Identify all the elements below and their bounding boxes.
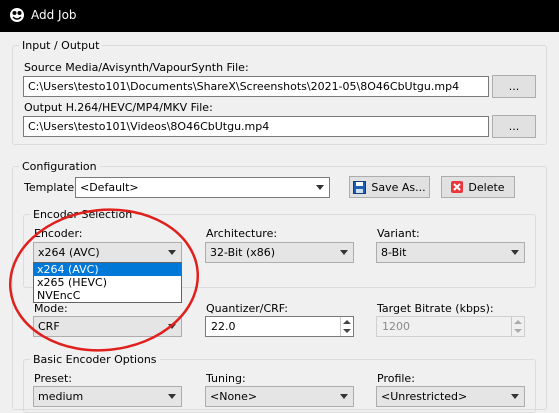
- output-label: Output H.264/HEVC/MP4/MKV File:: [24, 101, 213, 114]
- output-file-input[interactable]: C:\Users\testo101\Videos\8O46CbUtgu.mp4: [23, 116, 489, 137]
- window-title: Add Job: [31, 8, 77, 22]
- save-as-button[interactable]: Save As...: [349, 176, 430, 198]
- mode-select[interactable]: CRF: [33, 316, 182, 337]
- quantizer-spin-buttons[interactable]: [340, 317, 353, 336]
- red-x-icon: [451, 181, 464, 193]
- encoder-label: Encoder:: [34, 227, 83, 240]
- delete-label: Delete: [468, 180, 505, 194]
- tuning-select-value: <None>: [210, 390, 258, 403]
- basic-options-legend: Basic Encoder Options: [33, 353, 157, 366]
- bitrate-spinbox[interactable]: 1200: [376, 316, 525, 337]
- architecture-select[interactable]: 32-Bit (x86): [205, 242, 354, 263]
- variant-select-value: 8-Bit: [381, 246, 407, 259]
- bitrate-spin-buttons[interactable]: [511, 317, 524, 336]
- mode-select-value: CRF: [38, 320, 60, 333]
- encoder-dropdown-list[interactable]: x264 (AVC) x265 (HEVC) NVEncC: [33, 262, 182, 303]
- input-output-legend: Input / Output: [22, 39, 100, 52]
- architecture-select-value: 32-Bit (x86): [210, 246, 276, 259]
- encoder-option[interactable]: NVEncC: [34, 289, 181, 302]
- chevron-down-icon: [511, 250, 519, 255]
- app-icon: [10, 8, 24, 22]
- tuning-select[interactable]: <None>: [205, 386, 354, 407]
- profile-label: Profile:: [377, 372, 415, 385]
- spin-up-icon[interactable]: [343, 320, 351, 324]
- preset-select[interactable]: medium: [33, 386, 182, 407]
- encoder-option[interactable]: x264 (AVC): [34, 263, 181, 276]
- encoder-select[interactable]: x264 (AVC): [33, 242, 182, 263]
- source-file-input[interactable]: C:\Users\testo101\Documents\ShareX\Scree…: [23, 76, 489, 97]
- encoder-selection-legend: Encoder Selection: [33, 208, 133, 221]
- tuning-label: Tuning:: [206, 372, 246, 385]
- encoder-option[interactable]: x265 (HEVC): [34, 276, 181, 289]
- title-bar[interactable]: Add Job: [0, 0, 559, 32]
- source-label: Source Media/Avisynth/VapourSynth File:: [24, 61, 249, 74]
- preset-label: Preset:: [34, 372, 73, 385]
- profile-select-value: <Unrestricted>: [381, 390, 468, 403]
- architecture-label: Architecture:: [206, 227, 278, 240]
- chevron-down-icon: [316, 185, 324, 190]
- output-browse-button[interactable]: ...: [492, 115, 536, 138]
- template-select[interactable]: <Default>: [75, 177, 330, 198]
- preset-select-value: medium: [38, 390, 84, 403]
- chevron-down-icon: [340, 394, 348, 399]
- source-browse-button[interactable]: ...: [492, 75, 536, 98]
- template-label: Template:: [24, 181, 78, 194]
- template-select-value: <Default>: [80, 181, 139, 194]
- variant-label: Variant:: [377, 227, 420, 240]
- bitrate-value: 1200: [382, 320, 410, 333]
- spin-down-icon[interactable]: [343, 329, 351, 333]
- encoder-select-value: x264 (AVC): [38, 246, 100, 259]
- spin-down-icon[interactable]: [514, 329, 522, 333]
- chevron-down-icon: [168, 394, 176, 399]
- bitrate-label: Target Bitrate (kbps):: [377, 302, 494, 315]
- chevron-down-icon: [168, 324, 176, 329]
- spin-up-icon[interactable]: [514, 320, 522, 324]
- chevron-down-icon: [511, 394, 519, 399]
- quantizer-spinbox[interactable]: 22.0: [205, 316, 354, 337]
- chevron-down-icon: [168, 250, 176, 255]
- floppy-disk-icon: [353, 180, 367, 194]
- profile-select[interactable]: <Unrestricted>: [376, 386, 525, 407]
- quantizer-label: Quantizer/CRF:: [206, 302, 288, 315]
- quantizer-value: 22.0: [211, 320, 236, 333]
- configuration-legend: Configuration: [22, 160, 97, 173]
- delete-button[interactable]: Delete: [441, 176, 515, 198]
- save-as-label: Save As...: [371, 180, 426, 194]
- mode-label: Mode:: [34, 302, 68, 315]
- chevron-down-icon: [340, 250, 348, 255]
- variant-select[interactable]: 8-Bit: [376, 242, 525, 263]
